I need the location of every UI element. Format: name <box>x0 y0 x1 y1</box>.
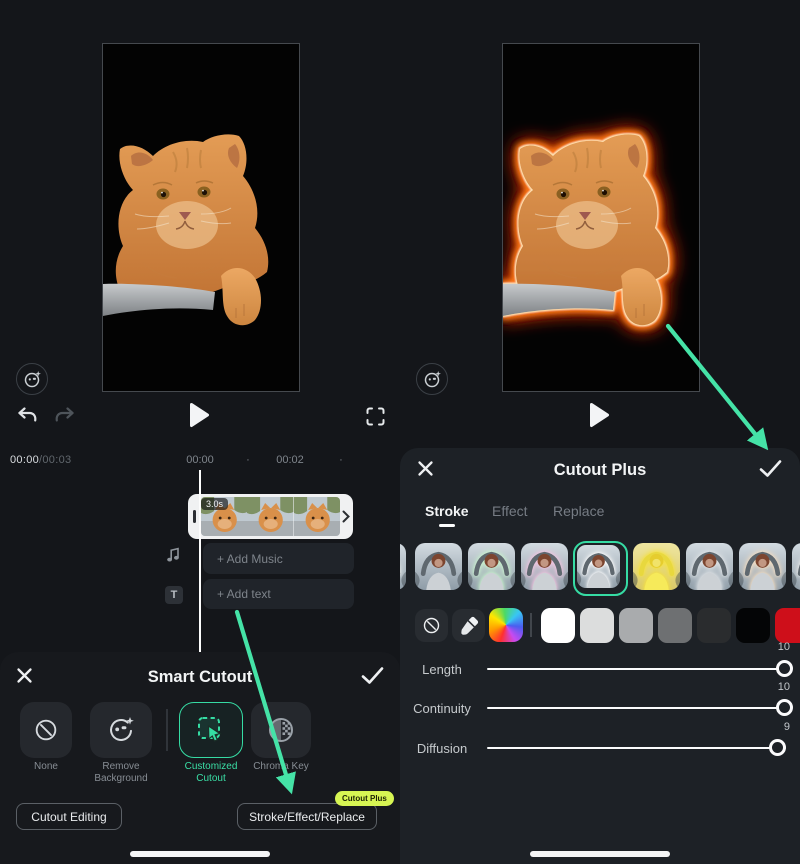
eyedropper-icon <box>459 616 479 636</box>
clip-frame-thumbnail <box>294 497 340 536</box>
add-music-button[interactable]: + Add Music <box>203 543 354 574</box>
cutout-editing-button[interactable]: Cutout Editing <box>16 803 122 830</box>
panel-title: Smart Cutout <box>0 668 400 687</box>
add-text-button[interactable]: + Add text <box>203 579 354 609</box>
none-icon <box>32 716 60 744</box>
smart-cutout-panel: Smart Cutout NoneRemove Background Custom… <box>0 652 400 864</box>
stroke-preset-previous-partial[interactable] <box>400 543 406 590</box>
cutout-option-chroma-key[interactable] <box>251 702 311 758</box>
ruler-mark: 00:02 <box>276 454 304 466</box>
cutout-option-none[interactable] <box>20 702 72 758</box>
eyedropper-button[interactable] <box>452 609 485 642</box>
slider-value: 10 <box>700 681 790 693</box>
clip-duration-badge: 3.0s <box>201 498 228 510</box>
motion-track-button[interactable] <box>16 363 48 395</box>
continuity-slider-track[interactable] <box>487 707 786 709</box>
left-video-preview <box>102 43 300 392</box>
cutout-option-customized-cutout[interactable] <box>179 702 243 758</box>
stroke-preset-green-white-outline[interactable] <box>468 543 515 590</box>
slider-label: Length <box>400 662 484 677</box>
motion-track-icon <box>23 370 42 389</box>
play-button[interactable] <box>189 402 210 428</box>
color-swatch[interactable] <box>658 608 692 643</box>
stroke-preset-image <box>577 545 620 588</box>
ruler-mark: 00:00 <box>186 454 214 466</box>
color-row-divider <box>530 613 532 637</box>
tile-group-divider <box>166 709 168 751</box>
cutout-option-label: Chroma Key <box>241 761 321 773</box>
length-slider-thumb[interactable] <box>776 660 793 677</box>
clip-trim-handle-left[interactable] <box>193 510 196 523</box>
cutout-plus-panel: Cutout Plus Stroke Effect Replace <box>400 448 800 864</box>
motion-track-icon <box>423 370 442 389</box>
right-video-preview-glow <box>502 43 700 392</box>
no-color-icon <box>421 615 442 636</box>
fullscreen-icon[interactable] <box>366 407 385 426</box>
color-swatch[interactable] <box>580 608 614 643</box>
undo-button[interactable] <box>16 406 38 426</box>
tab-replace[interactable]: Replace <box>553 503 604 519</box>
customized-cutout-icon <box>193 712 229 748</box>
stroke-preset-next-partial[interactable] <box>792 543 800 590</box>
confirm-check-icon[interactable] <box>758 458 783 479</box>
tab-stroke[interactable]: Stroke <box>425 503 469 519</box>
continuity-slider-thumb[interactable] <box>776 699 793 716</box>
slider-value: 10 <box>700 641 790 653</box>
timecode: 00:00/00:03 <box>10 454 71 466</box>
music-track-icon <box>166 547 181 563</box>
slider-label: Continuity <box>400 701 484 716</box>
no-color-button[interactable] <box>415 609 448 642</box>
cutout-plus-badge: Cutout Plus <box>335 791 394 806</box>
diffusion-slider-track[interactable] <box>487 747 786 749</box>
home-indicator[interactable] <box>130 851 270 857</box>
diffusion-slider-thumb[interactable] <box>769 739 786 756</box>
cutout-option-remove-background[interactable] <box>90 702 152 758</box>
ruler-mark: · <box>339 454 343 466</box>
cutout-option-label: None <box>6 761 86 773</box>
home-indicator[interactable] <box>530 851 670 857</box>
color-swatch[interactable] <box>736 608 770 643</box>
color-swatch[interactable] <box>541 608 575 643</box>
stroke-preset-white-outline[interactable] <box>573 541 628 596</box>
color-swatch[interactable] <box>697 608 731 643</box>
video-editor-screenshot: 00:00/00:03 00:00 · 00:02 · 3.0s + Add Musi… <box>0 0 800 864</box>
play-button[interactable] <box>589 402 610 428</box>
chroma-key-icon <box>264 713 298 747</box>
active-tab-underline <box>439 524 455 527</box>
slider-label: Diffusion <box>400 741 484 756</box>
stroke-preset-pink-outline[interactable] <box>521 543 568 590</box>
slider-value: 9 <box>700 721 790 733</box>
cutout-option-label: Customized Cutout <box>171 761 251 785</box>
clip-trim-handle-right[interactable] <box>342 510 350 523</box>
clip-frame-thumbnail <box>247 497 293 536</box>
color-swatch[interactable] <box>775 608 800 643</box>
video-clip[interactable]: 3.0s <box>188 494 353 539</box>
motion-track-button[interactable] <box>416 363 448 395</box>
stroke-effect-replace-button[interactable]: Stroke/Effect/Replace <box>237 803 377 830</box>
stroke-preset-yellow-glow[interactable] <box>633 543 680 590</box>
playhead[interactable] <box>199 470 201 652</box>
panel-title: Cutout Plus <box>400 461 800 480</box>
confirm-check-icon[interactable] <box>360 665 385 686</box>
stroke-preset-original[interactable] <box>415 543 462 590</box>
text-track-icon: T <box>165 586 183 604</box>
remove-background-icon <box>104 713 138 747</box>
tab-effect[interactable]: Effect <box>492 503 528 519</box>
ruler-mark: · <box>246 454 250 466</box>
stroke-preset-soft-gray-outline[interactable] <box>686 543 733 590</box>
stroke-preset-warm-outline[interactable] <box>739 543 786 590</box>
redo-button[interactable] <box>53 406 75 426</box>
length-slider-track[interactable] <box>487 668 786 670</box>
color-picker-button[interactable] <box>489 608 523 642</box>
cutout-option-label: Remove Background <box>81 761 161 785</box>
timecode-current: 00:00 <box>10 454 39 466</box>
timecode-total: /00:03 <box>39 454 71 466</box>
color-swatch[interactable] <box>619 608 653 643</box>
